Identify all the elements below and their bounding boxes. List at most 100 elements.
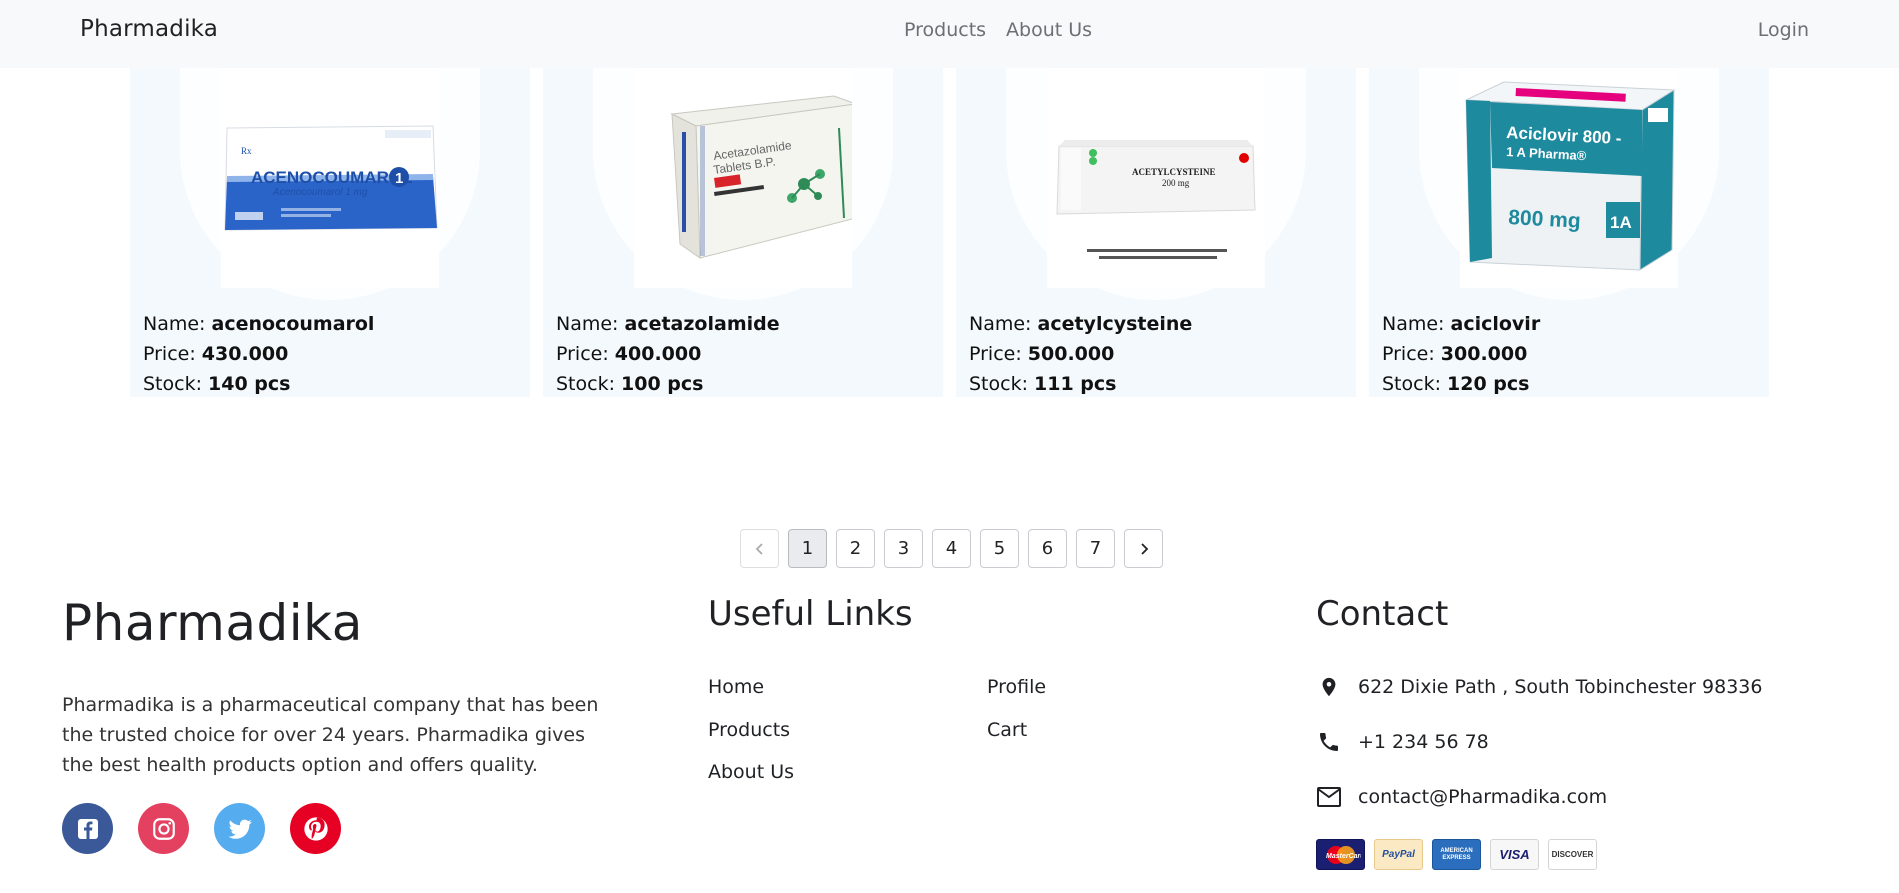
svg-text:800 mg: 800 mg: [1508, 206, 1581, 233]
instagram-link[interactable]: [138, 803, 189, 854]
contact-email: contact@Pharmadika.com: [1316, 784, 1607, 810]
svg-text:Rx: Rx: [241, 146, 252, 156]
page-button-2[interactable]: 2: [836, 529, 875, 568]
price-label: Price:: [969, 343, 1028, 365]
email-text[interactable]: contact@Pharmadika.com: [1358, 786, 1607, 808]
product-price-row: Price: 300.000: [1382, 339, 1540, 369]
stock-label: Stock:: [556, 373, 622, 395]
nav-links: Products About Us: [904, 19, 1092, 41]
product-image: Aciclovir 800 - 1 A Pharma® 800 mg 1A: [1460, 68, 1678, 288]
twitter-link[interactable]: [214, 803, 265, 854]
pagination: 1 2 3 4 5 6 7: [740, 529, 1163, 568]
product-card[interactable]: Aciclovir 800 - 1 A Pharma® 800 mg 1A Na…: [1369, 68, 1769, 397]
product-name: acenocoumarol: [211, 313, 375, 335]
address-text: 622 Dixie Path , South Tobinchester 9833…: [1358, 676, 1763, 698]
prev-page-button[interactable]: [740, 529, 779, 568]
page-button-7[interactable]: 7: [1076, 529, 1115, 568]
mail-icon: [1316, 784, 1342, 810]
payment-methods: MasterCard PayPal AMERICAN EXPRESS VISA …: [1316, 839, 1597, 870]
product-image-area: Rx ACENOCOUMAROL 1 Acenocoumarol 1 mg: [130, 68, 530, 300]
stock-label: Stock:: [1382, 373, 1448, 395]
product-image-area: Aciclovir 800 - 1 A Pharma® 800 mg 1A: [1369, 68, 1769, 300]
product-price: 500.000: [1027, 343, 1115, 365]
stock-label: Stock:: [969, 373, 1035, 395]
product-price-row: Price: 500.000: [969, 339, 1192, 369]
page-button-4[interactable]: 4: [932, 529, 971, 568]
svg-text:ACENOCOUMAROL: ACENOCOUMAROL: [251, 168, 413, 187]
nav-link-products[interactable]: Products: [904, 19, 986, 41]
chevron-left-icon: [755, 542, 763, 555]
footer-link-products[interactable]: Products: [708, 719, 790, 741]
product-image: ACETYLCYSTEINE 200 mg: [1047, 68, 1265, 288]
product-image-area: Acetazolamide Tablets B.P.: [543, 68, 943, 300]
product-info: Name: acetazolamide Price: 400.000 Stock…: [556, 309, 780, 399]
svg-text:Acenocoumarol 1 mg: Acenocoumarol 1 mg: [272, 187, 368, 198]
page-button-1[interactable]: 1: [788, 529, 827, 568]
visa-label: VISA: [1499, 847, 1530, 862]
product-card[interactable]: Rx ACENOCOUMAROL 1 Acenocoumarol 1 mg Na…: [130, 68, 530, 397]
page-button-3[interactable]: 3: [884, 529, 923, 568]
name-label: Name:: [969, 313, 1038, 335]
product-card[interactable]: ACETYLCYSTEINE 200 mg Name: acetylcystei…: [956, 68, 1356, 397]
svg-text:1: 1: [395, 170, 403, 187]
product-price-row: Price: 430.000: [143, 339, 374, 369]
product-stock-row: Stock: 120 pcs: [1382, 369, 1540, 399]
amex-label: AMERICAN EXPRESS: [1440, 847, 1473, 861]
product-image: Rx ACENOCOUMAROL 1 Acenocoumarol 1 mg: [221, 68, 439, 288]
pinterest-icon: [303, 816, 328, 841]
product-stock-row: Stock: 111 pcs: [969, 369, 1192, 399]
medicine-box-image: Acetazolamide Tablets B.P.: [670, 95, 852, 259]
name-label: Name:: [556, 313, 625, 335]
brand-logo[interactable]: Pharmadika: [80, 16, 218, 42]
product-stock-row: Stock: 140 pcs: [143, 369, 374, 399]
mastercard-icon: MasterCard: [1316, 839, 1365, 870]
product-stock: 140 pcs: [208, 373, 291, 395]
phone-text[interactable]: +1 234 56 78: [1358, 731, 1489, 753]
price-label: Price:: [143, 343, 202, 365]
discover-icon: DISCOVER: [1548, 839, 1597, 870]
footer-link-home[interactable]: Home: [708, 676, 764, 698]
pinterest-link[interactable]: [290, 803, 341, 854]
footer-link-cart[interactable]: Cart: [987, 719, 1027, 741]
stock-label: Stock:: [143, 373, 209, 395]
social-links: [62, 803, 341, 854]
medicine-box-image: Rx ACENOCOUMAROL 1 Acenocoumarol 1 mg: [224, 125, 438, 231]
page-button-5[interactable]: 5: [980, 529, 1019, 568]
facebook-icon: [77, 818, 98, 839]
footer-link-profile[interactable]: Profile: [987, 676, 1046, 698]
product-price: 300.000: [1440, 343, 1528, 365]
name-label: Name:: [143, 313, 212, 335]
price-label: Price:: [556, 343, 615, 365]
footer-link-about-us[interactable]: About Us: [708, 761, 794, 783]
next-page-button[interactable]: [1124, 529, 1163, 568]
discover-label: DISCOVER: [1551, 850, 1594, 859]
nav-link-about-us[interactable]: About Us: [1006, 19, 1092, 41]
product-card[interactable]: Acetazolamide Tablets B.P. Name: acetazo…: [543, 68, 943, 397]
facebook-link[interactable]: [62, 803, 113, 854]
product-name-row: Name: acenocoumarol: [143, 309, 374, 339]
paypal-label: PayPal: [1382, 849, 1415, 860]
contact-phone: +1 234 56 78: [1316, 729, 1489, 755]
useful-links-title: Useful Links: [708, 594, 913, 634]
page-button-6[interactable]: 6: [1028, 529, 1067, 568]
product-name-row: Name: acetylcysteine: [969, 309, 1192, 339]
price-label: Price:: [1382, 343, 1441, 365]
product-info: Name: acenocoumarol Price: 430.000 Stock…: [143, 309, 374, 399]
svg-text:200 mg: 200 mg: [1162, 178, 1190, 188]
name-label: Name:: [1382, 313, 1451, 335]
product-name: acetazolamide: [624, 313, 780, 335]
footer-brand: Pharmadika: [62, 594, 363, 652]
product-price: 430.000: [201, 343, 289, 365]
contact-address: 622 Dixie Path , South Tobinchester 9833…: [1316, 674, 1762, 700]
product-grid: Rx ACENOCOUMAROL 1 Acenocoumarol 1 mg Na…: [130, 68, 1770, 397]
footer-about-text: Pharmadika is a pharmaceutical company t…: [62, 694, 599, 776]
medicine-box-image: ACETYLCYSTEINE 200 mg: [1056, 140, 1256, 259]
product-price: 400.000: [614, 343, 702, 365]
product-image: Acetazolamide Tablets B.P.: [634, 68, 852, 288]
medicine-box-image: Aciclovir 800 - 1 A Pharma® 800 mg 1A: [1465, 81, 1676, 271]
login-link[interactable]: Login: [1758, 19, 1809, 41]
instagram-icon: [152, 817, 175, 840]
navbar: Pharmadika Products About Us Login: [0, 0, 1899, 68]
paypal-icon: PayPal: [1374, 839, 1423, 870]
svg-text:MasterCard: MasterCard: [1326, 853, 1361, 860]
